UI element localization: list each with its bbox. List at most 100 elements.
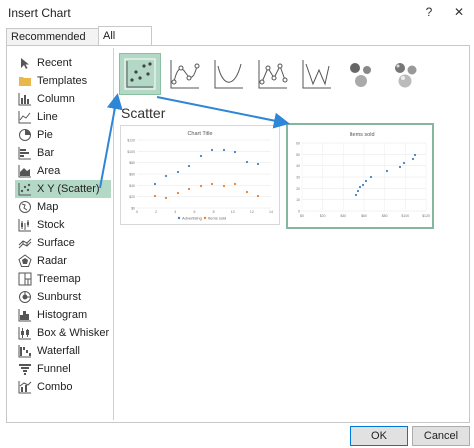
sidebar-item-map[interactable]: Map	[15, 198, 111, 216]
subtype-scatter-smooth-lines[interactable]	[211, 56, 247, 92]
sidebar-item-label: Histogram	[37, 309, 88, 321]
y-tick-label: 50	[296, 153, 300, 157]
scatter-point	[199, 154, 203, 158]
scatter-point	[233, 182, 237, 186]
sidebar-item-templates[interactable]: Templates	[15, 72, 111, 90]
bar-chart-icon	[18, 147, 31, 160]
scatter-point	[222, 148, 226, 152]
help-button[interactable]: ?	[420, 3, 438, 21]
sunburst-icon	[19, 291, 31, 303]
sidebar-item-label: Templates	[37, 75, 88, 87]
sidebar-item-recent[interactable]: Recent	[15, 54, 111, 72]
sidebar-item-combo[interactable]: Combo	[15, 378, 111, 396]
scatter-point	[164, 174, 168, 178]
sidebar-item-label: Stock	[37, 219, 65, 231]
treemap-icon	[18, 272, 32, 286]
scatter-point	[364, 179, 368, 183]
scatter-point	[398, 165, 402, 169]
scatter-point	[199, 184, 203, 188]
sidebar-item-radar[interactable]: Radar	[15, 252, 111, 270]
preview-left-legend: Advertising Items sold	[177, 216, 226, 221]
sidebar-item-label: Surface	[37, 237, 75, 249]
y-tick-label: $0	[131, 207, 135, 211]
sidebar-item-label: X Y (Scatter)	[37, 183, 100, 195]
column-chart-icon	[18, 93, 31, 106]
sidebar-item-pie[interactable]: Pie	[15, 126, 111, 144]
x-tick-label: 4	[174, 210, 176, 214]
y-tick-label: $100	[127, 150, 135, 154]
sidebar-item-column[interactable]: Column	[15, 90, 111, 108]
x-tick-label: 14	[269, 210, 273, 214]
sidebar-item-waterfall[interactable]: Waterfall	[15, 342, 111, 360]
subtype-3d-bubble[interactable]	[387, 56, 423, 92]
scatter-point	[222, 184, 226, 188]
folder-icon	[19, 77, 31, 86]
sidebar-item-sunburst[interactable]: Sunburst	[15, 288, 111, 306]
subtype-bubble[interactable]	[343, 56, 379, 92]
sidebar-item-stock[interactable]: Stock	[15, 216, 111, 234]
tab-recommended-charts[interactable]: Recommended Charts	[6, 28, 106, 60]
stock-chart-icon	[18, 219, 31, 232]
tab-all-charts[interactable]: All Charts	[98, 26, 152, 61]
scatter-point	[153, 182, 157, 186]
legend-marker-advertising	[177, 216, 181, 220]
sidebar-item-line[interactable]: Line	[15, 108, 111, 126]
x-tick-label: $80	[382, 214, 388, 218]
y-tick-label: $120	[127, 139, 135, 143]
sidebar-item-label: Area	[37, 165, 61, 177]
ok-button[interactable]: OK	[350, 426, 408, 446]
sidebar-item-xy-scatter[interactable]: X Y (Scatter)	[15, 180, 111, 198]
preview-chart-left[interactable]: Chart Title $120 $100 $80 $60 $40 $20 $0 0 2 4 6 8 1…	[120, 125, 280, 225]
subtype-scatter[interactable]	[119, 53, 161, 95]
sidebar-item-label: Waterfall	[37, 345, 80, 357]
scatter-smooth-markers-icon	[170, 60, 200, 89]
map-icon	[19, 201, 31, 213]
sidebar-item-area[interactable]: Area	[15, 162, 111, 180]
y-tick-label: $60	[129, 173, 135, 177]
x-tick-label: 2	[155, 210, 157, 214]
scatter-point	[176, 191, 180, 195]
sidebar-item-label: Sunburst	[37, 291, 82, 303]
x-tick-label: 0	[136, 210, 138, 214]
scatter-point	[233, 150, 237, 154]
sidebar-item-bar[interactable]: Bar	[15, 144, 111, 162]
close-button[interactable]: ✕	[450, 3, 468, 21]
y-tick-label: 10	[296, 198, 300, 202]
legend-label-items-sold: Items sold	[208, 216, 226, 221]
sidebar-item-histogram[interactable]: Histogram	[15, 306, 111, 324]
legend-label-advertising: Advertising	[182, 216, 202, 221]
y-tick-label: $40	[129, 184, 135, 188]
scatter-point	[358, 185, 362, 189]
legend-marker-items-sold	[203, 216, 207, 220]
sidebar-item-surface[interactable]: Surface	[15, 234, 111, 252]
scatter-point	[256, 162, 260, 166]
sidebar-item-funnel[interactable]: Funnel	[15, 360, 111, 378]
sidebar-item-label: Recent	[37, 57, 72, 69]
sidebar-item-label: Map	[37, 201, 59, 213]
preview-right-svg: Items sold 60 50 40 30 20 10 0$0 $20 $40 $60 $80 $1…	[296, 132, 430, 218]
x-tick-label: 10	[231, 210, 235, 214]
x-tick-label: $20	[320, 214, 326, 218]
box-whisker-icon	[18, 327, 31, 340]
x-tick-label: $60	[361, 214, 367, 218]
scatter-point	[361, 183, 365, 187]
x-tick-label: 8	[213, 210, 215, 214]
preview-chart-right[interactable]: Items sold 60 50 40 30 20 10 0 $0 $20 $40 $60 $80 $1…	[286, 123, 434, 229]
sidebar-item-box-whisker[interactable]: Box & Whisker	[15, 324, 111, 342]
scatter-point	[153, 194, 157, 198]
sidebar-item-treemap[interactable]: Treemap	[15, 270, 111, 288]
subtype-scatter-smooth-lines-markers[interactable]	[167, 56, 203, 92]
area-chart-icon	[18, 165, 31, 178]
preview-right-title: Items sold	[349, 132, 374, 138]
subtype-scatter-straight-lines-markers[interactable]	[255, 56, 291, 92]
scatter-smooth-lines-icon	[214, 60, 243, 89]
cancel-button[interactable]: Cancel	[412, 426, 470, 446]
scatter-point	[164, 196, 168, 200]
y-tick-label: $80	[129, 161, 135, 165]
chart-type-list: Recent Templates Column Line Pie Bar Are…	[15, 54, 111, 396]
subtype-scatter-straight-lines[interactable]	[299, 56, 335, 92]
y-tick-label: $20	[129, 195, 135, 199]
dialog-footer: OK Cancel	[0, 422, 474, 448]
scatter-point	[356, 189, 360, 193]
line-chart-icon	[18, 111, 31, 124]
